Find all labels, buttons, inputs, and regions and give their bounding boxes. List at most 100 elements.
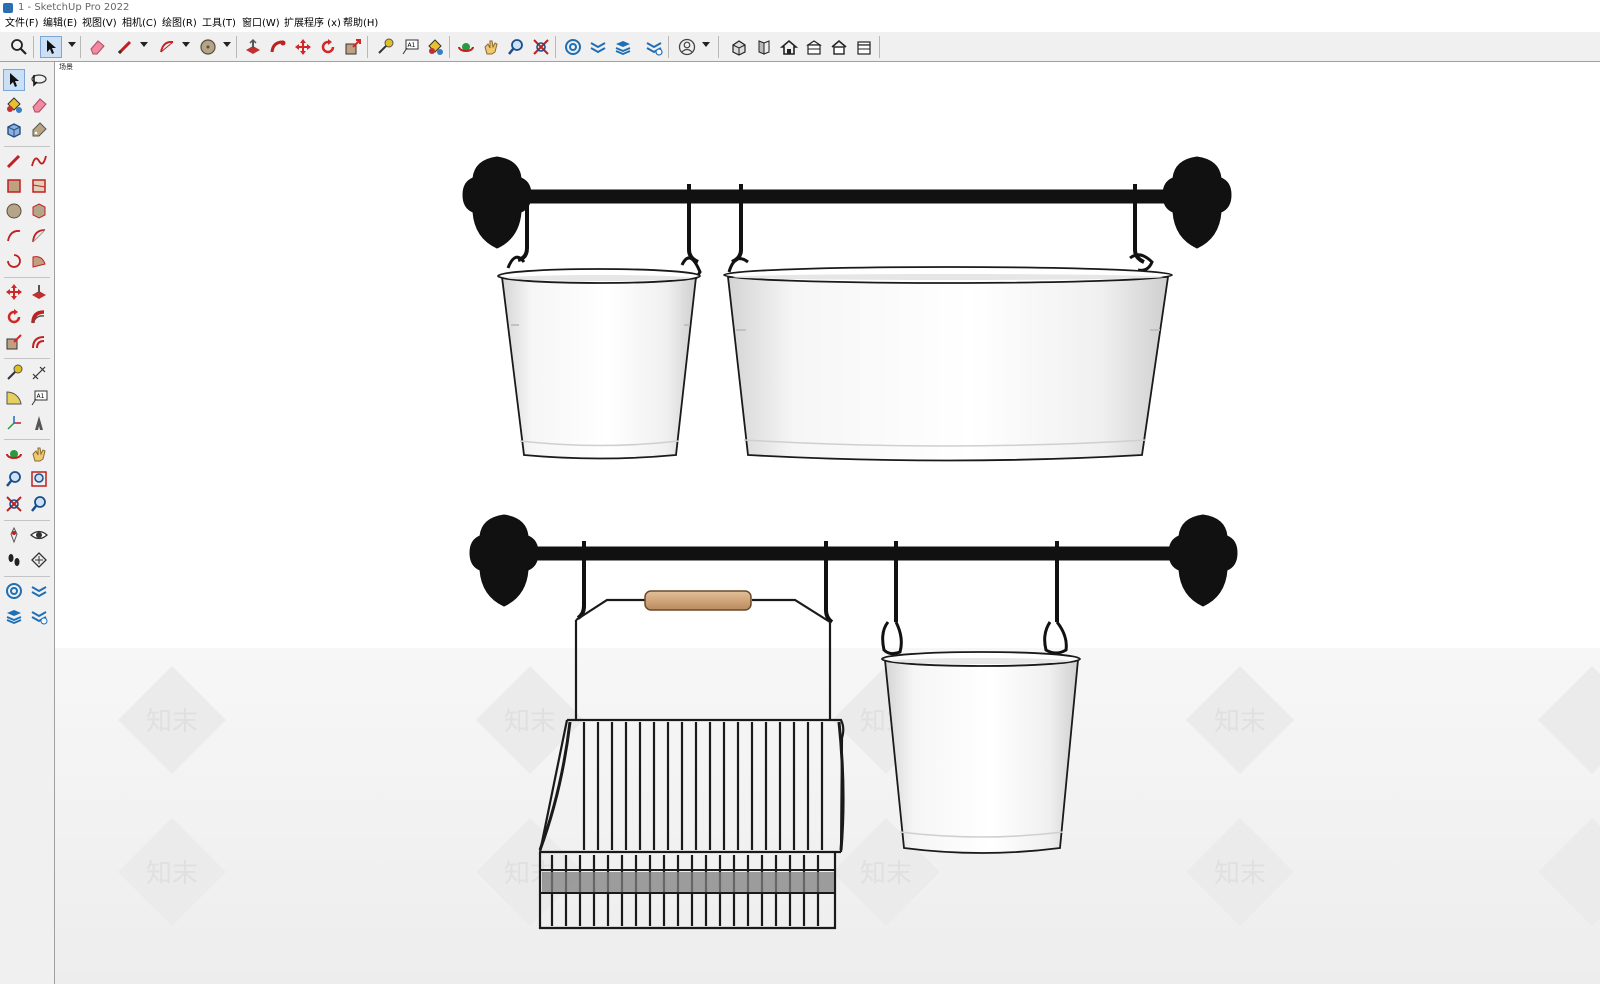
scale-icon[interactable] <box>342 36 364 58</box>
circle-icon[interactable] <box>197 36 219 58</box>
tape-measure-tool-icon[interactable] <box>3 362 25 384</box>
extension-tool-icon[interactable] <box>28 580 50 602</box>
paint-bucket-icon[interactable] <box>424 36 446 58</box>
menu-help[interactable]: 帮助(H) <box>343 16 378 32</box>
3d-viewport[interactable]: 场景 知末 知末 知末 知末 知末 知末 知末 知末 <box>55 62 1600 984</box>
sandbox-tool-icon[interactable] <box>28 605 50 627</box>
bottom-rail <box>469 514 1238 624</box>
freehand-icon[interactable] <box>28 150 50 172</box>
eraser-icon[interactable] <box>86 36 108 58</box>
follow-me-icon[interactable] <box>267 36 289 58</box>
axes-icon[interactable] <box>3 412 25 434</box>
lasso-icon[interactable] <box>28 69 50 91</box>
pan-tool-icon[interactable] <box>28 443 50 465</box>
circle-dropdown-icon[interactable] <box>223 42 231 47</box>
text-icon[interactable]: A1 <box>399 36 421 58</box>
protractor-icon[interactable] <box>3 387 25 409</box>
zoom-extents-tool-icon[interactable] <box>3 493 25 515</box>
sketchup-app-icon <box>3 3 13 13</box>
circle-tool-icon[interactable] <box>3 200 25 222</box>
move-tool-icon[interactable] <box>3 281 25 303</box>
polygon-icon[interactable] <box>28 200 50 222</box>
arc-dropdown-icon[interactable] <box>182 42 190 47</box>
menu-view[interactable]: 视图(V) <box>82 16 117 32</box>
layers-tool-icon[interactable] <box>3 605 25 627</box>
paint-bucket-tool-icon[interactable] <box>3 94 25 116</box>
menu-extensions[interactable]: 扩展程序 (x) <box>284 16 341 32</box>
menu-camera[interactable]: 相机(C) <box>122 16 157 32</box>
eraser-tool-icon[interactable] <box>28 94 50 116</box>
rotated-rectangle-icon[interactable] <box>28 175 50 197</box>
warehouse-icon[interactable] <box>562 36 584 58</box>
previous-view-icon[interactable] <box>28 493 50 515</box>
pan-icon[interactable] <box>480 36 502 58</box>
watermark-text: 知末 <box>1214 707 1266 737</box>
view-left-icon[interactable] <box>853 36 875 58</box>
arc-icon[interactable] <box>156 36 178 58</box>
zoom-extents-icon[interactable] <box>530 36 552 58</box>
menu-draw[interactable]: 绘图(R) <box>162 16 197 32</box>
3d-text-icon[interactable] <box>28 412 50 434</box>
rectangle-icon[interactable] <box>3 175 25 197</box>
follow-me-tool-icon[interactable] <box>28 306 50 328</box>
svg-text:A1: A1 <box>37 393 45 400</box>
account-dropdown-icon[interactable] <box>702 42 710 47</box>
orbit-tool-icon[interactable] <box>3 443 25 465</box>
tape-measure-icon[interactable] <box>374 36 396 58</box>
component-icon[interactable] <box>3 119 25 141</box>
pencil-icon[interactable] <box>114 36 136 58</box>
ground-plane <box>55 648 1600 984</box>
move-icon[interactable] <box>292 36 314 58</box>
watermark-text: 知末 <box>504 707 556 737</box>
menu-tools[interactable]: 工具(T) <box>202 16 236 32</box>
large-tool-set: A1 <box>0 62 55 984</box>
pie-icon[interactable] <box>28 250 50 272</box>
position-camera-icon[interactable] <box>3 524 25 546</box>
top-rail <box>462 156 1232 264</box>
extension-icon[interactable] <box>587 36 609 58</box>
watermark-text: 知末 <box>1214 859 1266 889</box>
layers-icon[interactable] <box>612 36 634 58</box>
text-tool-icon[interactable]: A1 <box>28 387 50 409</box>
offset-icon[interactable] <box>28 331 50 353</box>
push-pull-tool-icon[interactable] <box>28 281 50 303</box>
view-right-icon[interactable] <box>803 36 825 58</box>
model-scene[interactable]: 知末 知末 知末 知末 知末 知末 知末 知末 <box>55 62 1600 984</box>
rotate-tool-icon[interactable] <box>3 306 25 328</box>
svg-text:A1: A1 <box>408 42 416 49</box>
select-icon[interactable] <box>40 36 62 58</box>
account-icon[interactable] <box>676 36 698 58</box>
arc-tool-icon[interactable] <box>3 225 25 247</box>
orbit-icon[interactable] <box>455 36 477 58</box>
title-bar: 1 - SketchUp Pro 2022 <box>0 0 1600 16</box>
dimension-icon[interactable] <box>28 362 50 384</box>
basket-floor <box>542 872 834 892</box>
warehouse-tool-icon[interactable] <box>3 580 25 602</box>
section-plane-icon[interactable] <box>28 549 50 571</box>
view-back-icon[interactable] <box>828 36 850 58</box>
scale-tool-icon[interactable] <box>3 331 25 353</box>
line-tool-icon[interactable] <box>3 150 25 172</box>
sandbox-icon[interactable] <box>643 36 665 58</box>
push-pull-icon[interactable] <box>242 36 264 58</box>
menu-file[interactable]: 文件(F) <box>5 16 39 32</box>
walk-icon[interactable] <box>3 549 25 571</box>
menu-edit[interactable]: 编辑(E) <box>43 16 77 32</box>
view-front-icon[interactable] <box>753 36 775 58</box>
rotate-icon[interactable] <box>317 36 339 58</box>
zoom-tool-icon[interactable] <box>505 36 527 58</box>
three-point-arc-icon[interactable] <box>3 250 25 272</box>
small-bucket-top <box>497 268 701 460</box>
zoom-window-icon[interactable] <box>28 468 50 490</box>
zoom-tool-icon-left[interactable] <box>3 468 25 490</box>
select-tool-icon[interactable] <box>3 69 25 91</box>
tag-icon[interactable] <box>28 119 50 141</box>
select-dropdown-icon[interactable] <box>68 42 76 47</box>
view-iso-icon[interactable] <box>728 36 750 58</box>
view-top-icon[interactable] <box>778 36 800 58</box>
zoom-icon[interactable] <box>8 36 30 58</box>
look-around-icon[interactable] <box>28 524 50 546</box>
two-point-arc-icon[interactable] <box>28 225 50 247</box>
pencil-dropdown-icon[interactable] <box>140 42 148 47</box>
menu-window[interactable]: 窗口(W) <box>242 16 280 32</box>
